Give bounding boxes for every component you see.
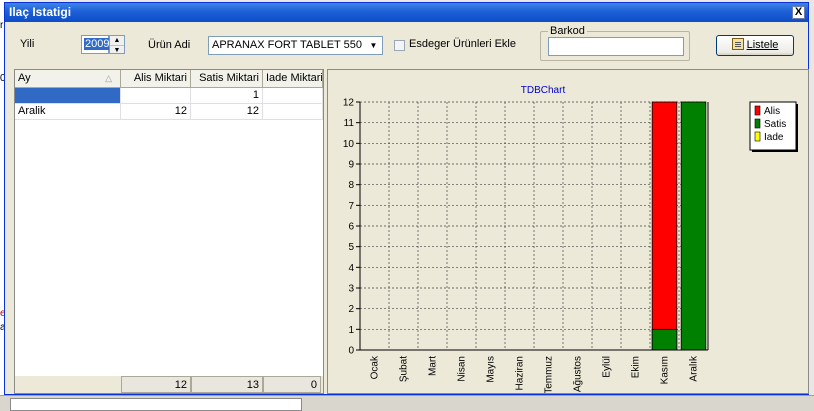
chart-panel: TDBChart 0 1 2 3 4 5 6 7 8 9 10 11 12 Ocak Şubat Mart Nis… <box>327 69 809 394</box>
grid-body: 1 Aralik 12 12 <box>15 88 323 376</box>
x-tick-label: Nisan <box>457 356 468 382</box>
legend-label: Alis <box>764 106 780 117</box>
year-value: 2009 <box>84 38 111 50</box>
table-cell-purchase[interactable]: 12 <box>121 104 191 120</box>
table-cell-return[interactable] <box>263 88 323 104</box>
year-label: Yili <box>20 38 35 50</box>
y-tick-label: 8 <box>348 180 354 191</box>
column-header-sales-qty[interactable]: Satis Miktari <box>191 70 263 88</box>
list-icon <box>731 38 744 50</box>
legend-swatch <box>754 118 761 129</box>
close-button[interactable]: X <box>792 6 805 19</box>
y-tick-label: 9 <box>348 160 354 171</box>
y-tick-label: 3 <box>348 284 354 295</box>
x-tick-label: Ocak <box>370 355 381 379</box>
list-button-label: Listele <box>746 39 779 51</box>
legend-label: Satis <box>764 119 786 130</box>
barcode-input[interactable] <box>548 37 684 56</box>
window-titlebar[interactable]: Ilaç Istatigi X <box>5 3 808 22</box>
x-tick-label: Ekim <box>631 356 642 378</box>
table-cell-return[interactable] <box>263 104 323 120</box>
x-tick-label: Ağustos <box>573 356 584 392</box>
bar-satis <box>680 101 707 351</box>
background-field <box>10 398 302 411</box>
table-cell-purchase[interactable] <box>121 88 191 104</box>
total-return: 0 <box>263 376 321 393</box>
x-tick-label: Haziran <box>515 356 526 390</box>
y-tick-label: 1 <box>348 325 354 336</box>
total-sales: 13 <box>191 376 263 393</box>
product-label: Ürün Adi <box>148 39 191 51</box>
product-value: APRANAX FORT TABLET 550 <box>212 39 362 51</box>
table-cell-sales[interactable]: 1 <box>191 88 263 104</box>
x-tick-label: Eylül <box>602 356 613 378</box>
window-title: Ilaç Istatigi <box>9 5 72 19</box>
x-tick-label: Temmuz <box>544 356 555 393</box>
year-spin-input[interactable]: 2009 <box>81 35 111 54</box>
x-tick-label: Mart <box>428 356 439 376</box>
x-tick-label: Mayıs <box>486 356 497 383</box>
monthly-stats-grid[interactable]: Ay △ Alis Miktari Satis Miktari Iade Mik… <box>14 69 324 394</box>
year-spinner[interactable]: ▲ ▼ <box>109 35 125 54</box>
y-tick-label: 6 <box>348 222 354 233</box>
spin-up-icon[interactable]: ▲ <box>110 36 124 45</box>
bar-satis <box>651 328 678 351</box>
table-cell-month[interactable]: Aralik <box>15 104 121 120</box>
grid-header: Ay △ Alis Miktari Satis Miktari Iade Mik… <box>15 70 323 88</box>
column-header-month[interactable]: Ay △ <box>15 70 121 88</box>
sort-arrow-icon: △ <box>105 73 112 83</box>
x-tick-label: Şubat <box>399 356 410 382</box>
column-header-label: Ay <box>18 72 31 84</box>
y-tick-label: 10 <box>343 139 355 150</box>
y-tick-label: 2 <box>348 304 354 315</box>
chart-title: TDBChart <box>521 85 566 96</box>
table-cell-sales[interactable]: 12 <box>191 104 263 120</box>
legend-swatch <box>754 131 761 142</box>
legend-label: Iade <box>764 132 784 143</box>
x-tick-label: Aralık <box>689 355 700 382</box>
equivalent-products-checkbox[interactable] <box>394 40 405 51</box>
y-tick-label: 7 <box>348 201 354 212</box>
y-tick-label: 0 <box>348 346 354 357</box>
table-cell-month[interactable] <box>15 88 121 104</box>
x-tick-label: Kasım <box>660 356 671 384</box>
spin-down-icon[interactable]: ▼ <box>110 45 124 54</box>
y-tick-label: 5 <box>348 242 354 253</box>
y-tick-label: 11 <box>344 118 355 129</box>
bar-chart: TDBChart0123456789101112Ocak Şubat Mart Nis… <box>343 85 798 393</box>
product-combobox[interactable]: APRANAX FORT TABLET 550 ▼ <box>208 36 383 55</box>
dropdown-arrow-icon[interactable]: ▼ <box>366 38 381 53</box>
drug-statistics-window: Ilaç Istatigi X Yili 2009 ▲ ▼ Ürün Adi A… <box>4 2 809 395</box>
column-header-purchase-qty[interactable]: Alis Miktari <box>121 70 191 88</box>
y-tick-label: 12 <box>343 98 355 109</box>
barcode-label: Barkod <box>548 25 587 37</box>
equivalent-products-label: Esdeger Ürünleri Ekle <box>409 38 516 50</box>
bar-alis <box>651 101 678 351</box>
list-button[interactable]: Listele <box>716 35 794 56</box>
y-tick-label: 4 <box>348 263 354 274</box>
total-purchase: 12 <box>121 376 191 393</box>
legend-swatch <box>754 105 761 116</box>
column-header-return-qty[interactable]: Iade Miktari <box>263 70 323 88</box>
